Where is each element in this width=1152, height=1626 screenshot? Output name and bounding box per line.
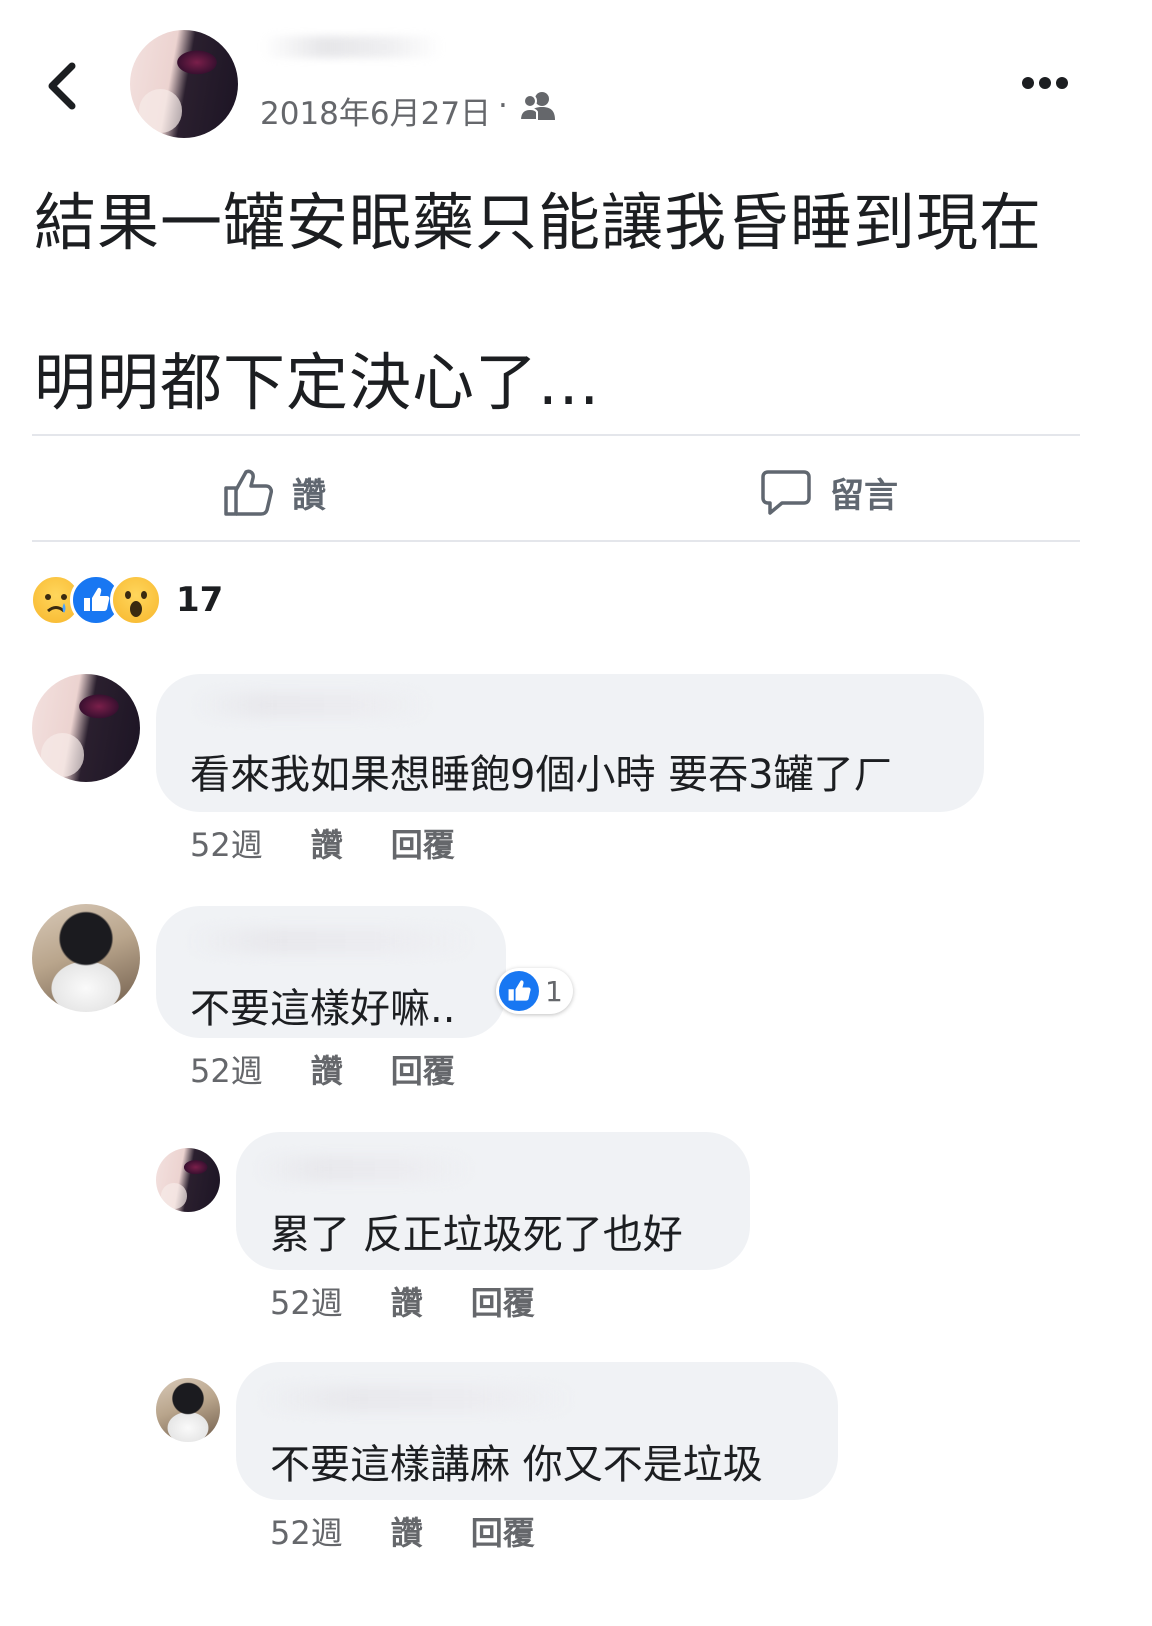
commenter-avatar[interactable] — [32, 674, 140, 782]
comment-meta: 52週 讚 回覆 — [190, 1046, 455, 1092]
comment-like-button[interactable]: 讚 — [311, 820, 343, 866]
post-text-line: 明明都下定決心了... — [34, 346, 601, 419]
reply-text: 累了 反正垃圾死了也好 — [270, 1212, 683, 1258]
comment-reaction-badge[interactable]: 1 — [496, 968, 573, 1014]
reply-time: 52週 — [270, 1284, 343, 1322]
like-button[interactable]: 讚 — [222, 462, 326, 522]
reply-text: 不要這樣講麻 你又不是垃圾 — [270, 1442, 763, 1488]
reply-time: 52週 — [270, 1514, 343, 1552]
post-date[interactable]: 2018年6月27日 — [260, 88, 491, 133]
comment-icon — [761, 470, 811, 515]
like-reaction-icon — [499, 971, 539, 1011]
comment-button[interactable]: 留言 — [760, 462, 898, 522]
replier-name-blurred — [254, 1156, 474, 1182]
divider — [32, 540, 1080, 542]
comment-reaction-count: 1 — [545, 974, 563, 1008]
replier-name-blurred — [256, 1386, 576, 1412]
commenter-avatar[interactable] — [32, 904, 140, 1012]
like-label: 讚 — [292, 475, 326, 516]
author-name-blurred — [262, 36, 442, 58]
comment-reply-button[interactable]: 回覆 — [391, 820, 455, 866]
comment-time: 52週 — [190, 1052, 263, 1090]
thumbs-up-icon — [224, 469, 273, 516]
author-avatar[interactable] — [130, 30, 238, 138]
reactions-summary[interactable]: 17 — [30, 574, 224, 626]
more-options-button[interactable] — [1020, 70, 1070, 96]
commenter-name-blurred — [186, 928, 476, 954]
comment-bubble: 看來我如果想睡飽9個小時 要吞3罐了ㄏ — [156, 674, 984, 812]
reply-bubble: 累了 反正垃圾死了也好 — [236, 1132, 750, 1270]
replier-avatar[interactable] — [156, 1378, 220, 1442]
comment-time: 52週 — [190, 826, 263, 864]
comment-text: 看來我如果想睡飽9個小時 要吞3罐了ㄏ — [190, 752, 894, 798]
reply-reply-button[interactable]: 回覆 — [471, 1278, 535, 1324]
comment-meta: 52週 讚 回覆 — [190, 820, 455, 866]
chevron-left-icon — [48, 62, 76, 110]
comment-like-button[interactable]: 讚 — [311, 1046, 343, 1092]
comment-bubble: 不要這樣好嘛.. — [156, 906, 506, 1038]
comment-text: 不要這樣好嘛.. — [190, 986, 456, 1032]
reaction-count: 17 — [176, 580, 224, 620]
reply-bubble: 不要這樣講麻 你又不是垃圾 — [236, 1362, 838, 1500]
comment-label: 留言 — [830, 475, 898, 516]
commenter-name-blurred — [192, 692, 432, 718]
reply-like-button[interactable]: 讚 — [391, 1278, 423, 1324]
divider — [32, 434, 1080, 436]
reply-meta: 52週 讚 回覆 — [270, 1508, 535, 1554]
post-text-line: 結果一罐安眠藥只能讓我昏睡到現在 — [34, 186, 1043, 259]
back-button[interactable] — [40, 58, 90, 114]
reply-reply-button[interactable]: 回覆 — [471, 1508, 535, 1554]
wow-reaction-icon — [110, 574, 162, 626]
friends-icon — [518, 90, 556, 122]
reply-meta: 52週 讚 回覆 — [270, 1278, 535, 1324]
reply-like-button[interactable]: 讚 — [391, 1508, 423, 1554]
more-dots-icon — [1022, 77, 1068, 89]
date-separator: · — [498, 88, 508, 124]
comment-reply-button[interactable]: 回覆 — [391, 1046, 455, 1092]
replier-avatar[interactable] — [156, 1148, 220, 1212]
